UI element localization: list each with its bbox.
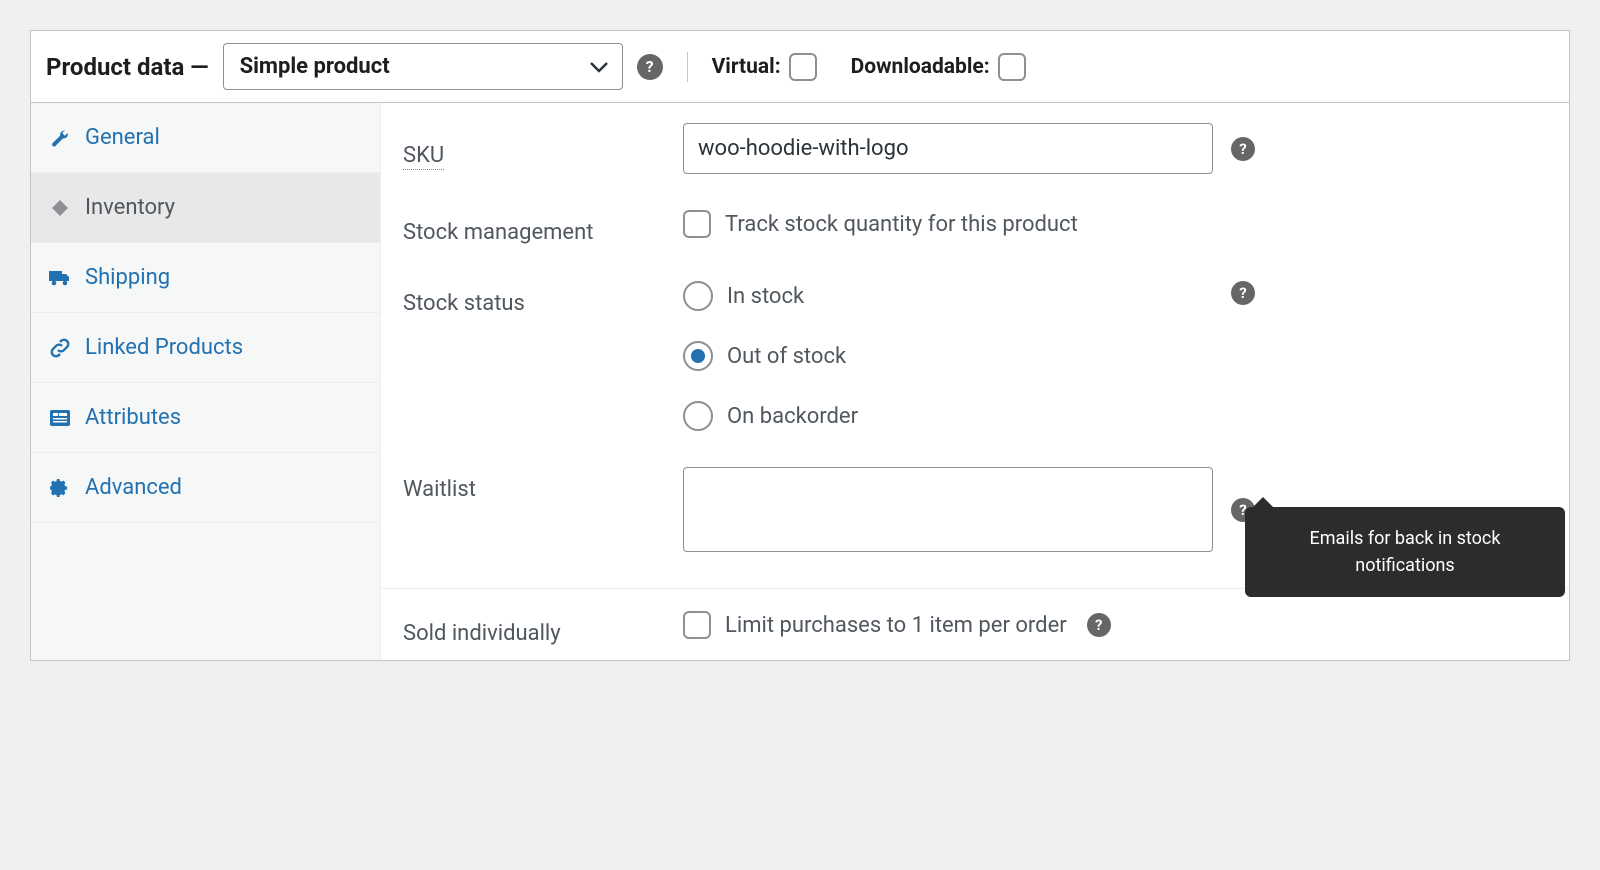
help-icon[interactable]: ? (1087, 613, 1111, 637)
panel-body: General Inventory Shipping Linked Produc… (31, 103, 1569, 660)
help-icon[interactable]: ? (637, 54, 663, 80)
radio-in-stock[interactable] (683, 281, 713, 311)
row-waitlist: Waitlist ? Emails for back in stock noti… (403, 467, 1549, 552)
product-type-value: Simple product (240, 54, 390, 79)
downloadable-label: Downloadable: (851, 55, 990, 79)
gear-icon (49, 478, 71, 498)
sidebar-item-label: General (85, 125, 160, 150)
sidebar-item-label: Attributes (85, 405, 181, 430)
downloadable-label-group: Downloadable: (851, 53, 1026, 81)
radio-label: In stock (727, 284, 804, 309)
sidebar-item-label: Advanced (85, 475, 182, 500)
row-stock-status: Stock status In stock Out of stock (403, 281, 1549, 431)
sold-individually-text: Limit purchases to 1 item per order (725, 613, 1067, 638)
separator (687, 52, 688, 82)
virtual-label: Virtual: (712, 55, 781, 79)
chevron-down-icon (590, 61, 608, 73)
sidebar-item-label: Shipping (85, 265, 170, 290)
product-data-panel: Product data — Simple product ? Virtual:… (30, 30, 1570, 661)
panel-title: Product data — (46, 53, 209, 81)
sold-individually-option[interactable]: Limit purchases to 1 item per order ? (683, 611, 1111, 639)
panel-header: Product data — Simple product ? Virtual:… (31, 31, 1569, 103)
virtual-label-group: Virtual: (712, 53, 817, 81)
track-stock-checkbox[interactable] (683, 210, 711, 238)
stock-status-in-stock[interactable]: In stock (683, 281, 1213, 311)
radio-backorder[interactable] (683, 401, 713, 431)
help-icon[interactable]: ? (1231, 137, 1255, 161)
waitlist-input[interactable] (683, 467, 1213, 552)
link-icon (49, 338, 71, 358)
sidebar-tab-linked-products[interactable]: Linked Products (31, 313, 380, 383)
sidebar-tab-advanced[interactable]: Advanced (31, 453, 380, 523)
wrench-icon (49, 128, 71, 148)
track-stock-text: Track stock quantity for this product (725, 212, 1078, 237)
waitlist-label: Waitlist (403, 467, 683, 502)
help-icon[interactable]: ? (1231, 281, 1255, 305)
sold-individually-checkbox[interactable] (683, 611, 711, 639)
radio-out-of-stock[interactable] (683, 341, 713, 371)
radio-label: On backorder (727, 404, 858, 429)
stock-management-label: Stock management (403, 210, 683, 245)
sidebar-tab-general[interactable]: General (31, 103, 380, 173)
stock-status-label: Stock status (403, 281, 683, 316)
stock-status-backorder[interactable]: On backorder (683, 401, 1213, 431)
sidebar-item-label: Inventory (85, 195, 175, 220)
virtual-checkbox[interactable] (789, 53, 817, 81)
sku-input[interactable] (683, 123, 1213, 174)
content-area: SKU ? Stock management Track stock quant… (381, 103, 1569, 660)
tag-icon (49, 198, 71, 218)
product-type-select[interactable]: Simple product (223, 43, 623, 90)
sidebar-tab-attributes[interactable]: Attributes (31, 383, 380, 453)
sidebar-item-label: Linked Products (85, 335, 243, 360)
sku-label: SKU (403, 133, 444, 170)
sidebar-tab-inventory[interactable]: Inventory (31, 173, 380, 243)
row-sku: SKU ? (403, 123, 1549, 174)
stock-status-out-of-stock[interactable]: Out of stock (683, 341, 1213, 371)
row-stock-management: Stock management Track stock quantity fo… (403, 210, 1549, 245)
sidebar: General Inventory Shipping Linked Produc… (31, 103, 381, 660)
sold-individually-label: Sold individually (403, 611, 683, 646)
row-sold-individually: Sold individually Limit purchases to 1 i… (403, 611, 1549, 646)
track-stock-option[interactable]: Track stock quantity for this product (683, 210, 1078, 238)
list-icon (49, 410, 71, 426)
truck-icon (49, 269, 71, 287)
sidebar-tab-shipping[interactable]: Shipping (31, 243, 380, 313)
radio-label: Out of stock (727, 344, 846, 369)
downloadable-checkbox[interactable] (998, 53, 1026, 81)
waitlist-tooltip: Emails for back in stock notifications (1245, 507, 1565, 597)
